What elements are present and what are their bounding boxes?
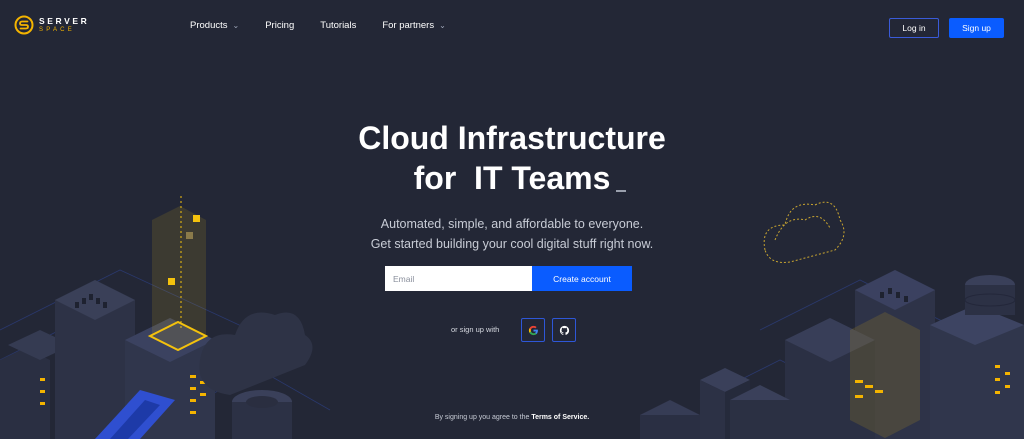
typing-cursor bbox=[616, 190, 627, 192]
terms-of-service-link[interactable]: Terms of Service. bbox=[531, 414, 589, 421]
google-signup-button[interactable] bbox=[521, 318, 545, 342]
nav-item-label: Tutorials bbox=[320, 20, 357, 31]
hero-title-line2-wrap: for IT Teams bbox=[413, 158, 627, 198]
hero-title-line1: Cloud Infrastructure bbox=[358, 120, 666, 156]
hero-title-line2: for IT Teams bbox=[413, 160, 611, 196]
logo-icon bbox=[14, 15, 34, 35]
terms-prefix: By signing up you agree to the bbox=[434, 414, 532, 421]
chevron-down-icon: ⌄ bbox=[439, 21, 446, 30]
brand-name: SERVER bbox=[39, 15, 90, 26]
hero-subtitle: Automated, simple, and affordable to eve… bbox=[0, 214, 1024, 254]
github-icon bbox=[559, 325, 569, 335]
nav-item-tutorials[interactable]: Tutorials bbox=[320, 20, 356, 31]
nav-item-products[interactable]: Products ⌄ bbox=[190, 20, 239, 31]
main-nav: Products ⌄ Pricing Tutorials For partner… bbox=[190, 20, 446, 31]
login-button[interactable]: Log in bbox=[889, 18, 939, 38]
create-account-button[interactable]: Create account bbox=[532, 266, 632, 291]
nav-item-label: For partners bbox=[382, 20, 435, 31]
nav-item-pricing[interactable]: Pricing bbox=[265, 20, 294, 31]
hero-subtitle-line1: Automated, simple, and affordable to eve… bbox=[380, 217, 644, 231]
chevron-down-icon: ⌄ bbox=[232, 21, 240, 30]
top-navbar: SERVER SPACE Products ⌄ Pricing Tutorial… bbox=[0, 0, 1024, 56]
brand-logo[interactable]: SERVER SPACE bbox=[14, 15, 89, 35]
brand-subname: SPACE bbox=[39, 27, 75, 34]
hero-title: Cloud Infrastructure for IT Teams bbox=[0, 118, 1024, 198]
nav-item-for-partners[interactable]: For partners ⌄ bbox=[382, 20, 445, 31]
terms-notice: By signing up you agree to the Terms of … bbox=[0, 414, 1024, 421]
nav-item-label: Products bbox=[190, 20, 228, 31]
hero-subtitle-line2: Get started building your cool digital s… bbox=[370, 237, 654, 251]
github-signup-button[interactable] bbox=[552, 318, 576, 342]
or-signup-label: or sign up with bbox=[451, 325, 500, 334]
email-field[interactable] bbox=[385, 266, 532, 291]
nav-item-label: Pricing bbox=[265, 20, 295, 31]
signup-button[interactable]: Sign up bbox=[949, 18, 1004, 38]
google-icon bbox=[528, 325, 538, 335]
